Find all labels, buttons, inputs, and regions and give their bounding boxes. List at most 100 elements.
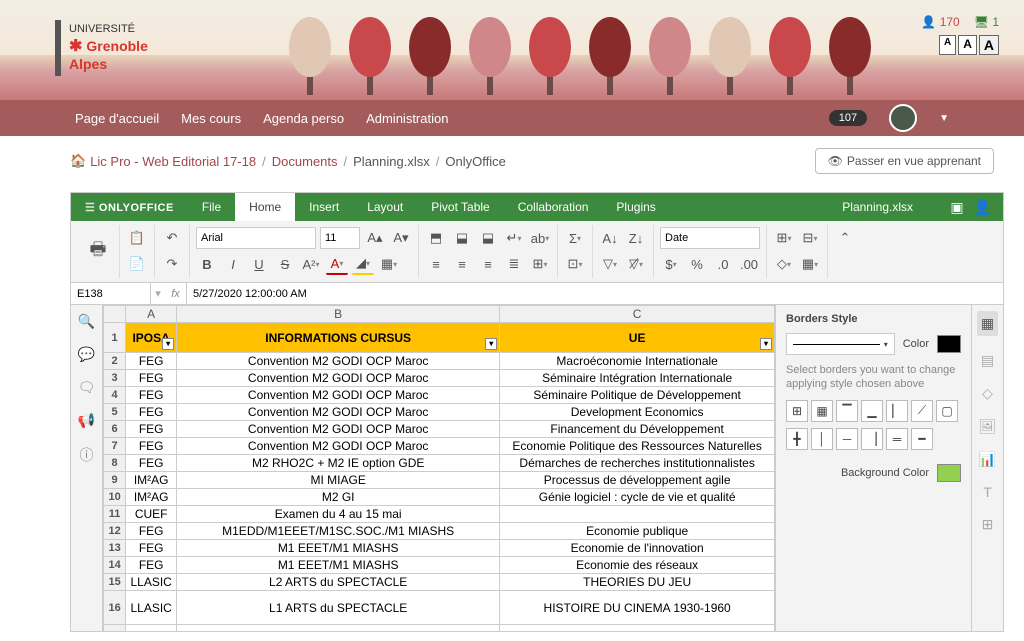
cell-B5[interactable]: Convention M2 GODI OCP Maroc: [177, 404, 500, 421]
number-format-select[interactable]: [660, 227, 760, 249]
cell-B2[interactable]: Convention M2 GODI OCP Maroc: [177, 353, 500, 370]
filter-c-icon[interactable]: ▾: [760, 338, 772, 350]
font-large-button[interactable]: A: [979, 35, 999, 55]
superscript-button[interactable]: A²: [300, 253, 322, 275]
cell-A16[interactable]: LLASIC: [126, 591, 177, 625]
col-header-C[interactable]: C: [500, 306, 775, 323]
cell-A12[interactable]: FEG: [126, 523, 177, 540]
open-location-icon[interactable]: ▣: [950, 199, 963, 216]
border-style-select[interactable]: ▾: [786, 333, 895, 355]
fx-icon[interactable]: fx: [165, 283, 187, 304]
align-bottom-button[interactable]: ⬓: [477, 227, 499, 249]
image-settings-icon[interactable]: 🖼: [979, 418, 997, 435]
borders-button[interactable]: ▦: [378, 253, 400, 275]
cell-A9[interactable]: IM²AG: [126, 472, 177, 489]
border-left-button[interactable]: ▏: [886, 400, 908, 422]
delete-cells-button[interactable]: ⊟: [799, 227, 821, 249]
align-center-button[interactable]: ≡: [451, 253, 473, 275]
cell-C12[interactable]: Economie publique: [500, 523, 775, 540]
bold-button[interactable]: B: [196, 253, 218, 275]
cell-B4[interactable]: Convention M2 GODI OCP Maroc: [177, 387, 500, 404]
cell-C4[interactable]: Séminaire Politique de Développement: [500, 387, 775, 404]
row-header-3[interactable]: 3: [104, 370, 126, 387]
cell-C16[interactable]: HISTOIRE DU CINEMA 1930-1960: [500, 591, 775, 625]
font-name-select[interactable]: [196, 227, 316, 249]
cell-C14[interactable]: Economie des réseaux: [500, 557, 775, 574]
merge-button[interactable]: ⊞: [529, 253, 551, 275]
cell-B9[interactable]: MI MIAGE: [177, 472, 500, 489]
nav-courses[interactable]: Mes cours: [181, 111, 241, 126]
search-icon[interactable]: 🔍: [78, 313, 95, 330]
tab-pivot[interactable]: Pivot Table: [417, 193, 503, 221]
people-count[interactable]: 👤 170: [921, 15, 959, 29]
italic-button[interactable]: I: [222, 253, 244, 275]
cell-A7[interactable]: FEG: [126, 438, 177, 455]
cell-A6[interactable]: FEG: [126, 421, 177, 438]
cell-C10[interactable]: Génie logiciel : cycle de vie et qualité: [500, 489, 775, 506]
formula-input[interactable]: 5/27/2020 12:00:00 AM: [187, 288, 1003, 300]
font-size-select[interactable]: [320, 227, 360, 249]
row-header-15[interactable]: 15: [104, 574, 126, 591]
currency-button[interactable]: $: [660, 253, 682, 275]
select-all-corner[interactable]: [104, 306, 126, 323]
table-template-button[interactable]: ▦: [799, 253, 821, 275]
align-right-button[interactable]: ≡: [477, 253, 499, 275]
feedback-icon[interactable]: 📢: [78, 412, 95, 429]
row-header-1[interactable]: 1: [104, 323, 126, 353]
cell-C3[interactable]: Séminaire Intégration Internationale: [500, 370, 775, 387]
cell-B11[interactable]: Examen du 4 au 15 mai: [177, 506, 500, 523]
increase-font-button[interactable]: A▴: [364, 227, 386, 249]
chart-settings-icon[interactable]: 📊: [979, 451, 996, 468]
crumb-course[interactable]: Lic Pro - Web Editorial 17-18: [90, 154, 256, 169]
border-diag-button[interactable]: ⟋: [911, 400, 933, 422]
border-innerh-button[interactable]: ─: [836, 428, 858, 450]
cell-A11[interactable]: CUEF: [126, 506, 177, 523]
cell-A13[interactable]: FEG: [126, 540, 177, 557]
cell-A4[interactable]: FEG: [126, 387, 177, 404]
cell-B15[interactable]: L2 ARTS du SPECTACLE: [177, 574, 500, 591]
table-settings-icon[interactable]: ▤: [981, 352, 994, 369]
border-outer-button[interactable]: ⊞: [786, 400, 808, 422]
cell-C17[interactable]: CRITIQUE DE FILMS: [500, 625, 775, 632]
copy-button[interactable]: 📋: [126, 227, 148, 249]
row-header-16[interactable]: 16: [104, 591, 126, 625]
cell-A2[interactable]: FEG: [126, 353, 177, 370]
named-ranges-button[interactable]: Σ: [564, 227, 586, 249]
col-header-A[interactable]: A: [126, 306, 177, 323]
tab-layout[interactable]: Layout: [353, 193, 417, 221]
strike-button[interactable]: S: [274, 253, 296, 275]
row-header-8[interactable]: 8: [104, 455, 126, 472]
decrease-font-button[interactable]: A▾: [390, 227, 412, 249]
cell-A17[interactable]: LLASIC: [126, 625, 177, 632]
onlyoffice-logo[interactable]: ONLYOFFICE: [71, 201, 188, 214]
border-thick-button[interactable]: ━: [911, 428, 933, 450]
clear-filter-button[interactable]: ▽̸: [625, 253, 647, 275]
paste-button[interactable]: 📄: [126, 253, 148, 275]
border-bottom-button[interactable]: ▁: [861, 400, 883, 422]
nav-home[interactable]: Page d'accueil: [75, 111, 159, 126]
user-menu-caret-icon[interactable]: ▼: [939, 113, 949, 124]
cell-B13[interactable]: M1 EEET/M1 MIASHS: [177, 540, 500, 557]
cell-C11[interactable]: [500, 506, 775, 523]
align-justify-button[interactable]: ≣: [503, 253, 525, 275]
text-settings-icon[interactable]: T: [983, 484, 992, 500]
row-header-11[interactable]: 11: [104, 506, 126, 523]
border-right-button[interactable]: ▕: [861, 428, 883, 450]
border-none-button[interactable]: ▢: [936, 400, 958, 422]
row-header-4[interactable]: 4: [104, 387, 126, 404]
cell-B7[interactable]: Convention M2 GODI OCP Maroc: [177, 438, 500, 455]
font-color-button[interactable]: A: [326, 253, 348, 275]
tab-file[interactable]: File: [188, 193, 235, 221]
cell-C2[interactable]: Macroéconomie Internationale: [500, 353, 775, 370]
fill-color-button[interactable]: ◢: [352, 253, 374, 275]
hdr-b[interactable]: INFORMATIONS CURSUS▾: [177, 323, 500, 353]
sort-asc-button[interactable]: A↓: [599, 227, 621, 249]
hdr-c[interactable]: UE▾: [500, 323, 775, 353]
chat-icon[interactable]: 🗨: [78, 379, 96, 396]
bg-color-swatch[interactable]: [937, 464, 961, 482]
border-mid-button[interactable]: ═: [886, 428, 908, 450]
underline-button[interactable]: U: [248, 253, 270, 275]
cell-A10[interactable]: IM²AG: [126, 489, 177, 506]
insert-cells-button[interactable]: ⊞: [773, 227, 795, 249]
orientation-button[interactable]: ab: [529, 227, 551, 249]
